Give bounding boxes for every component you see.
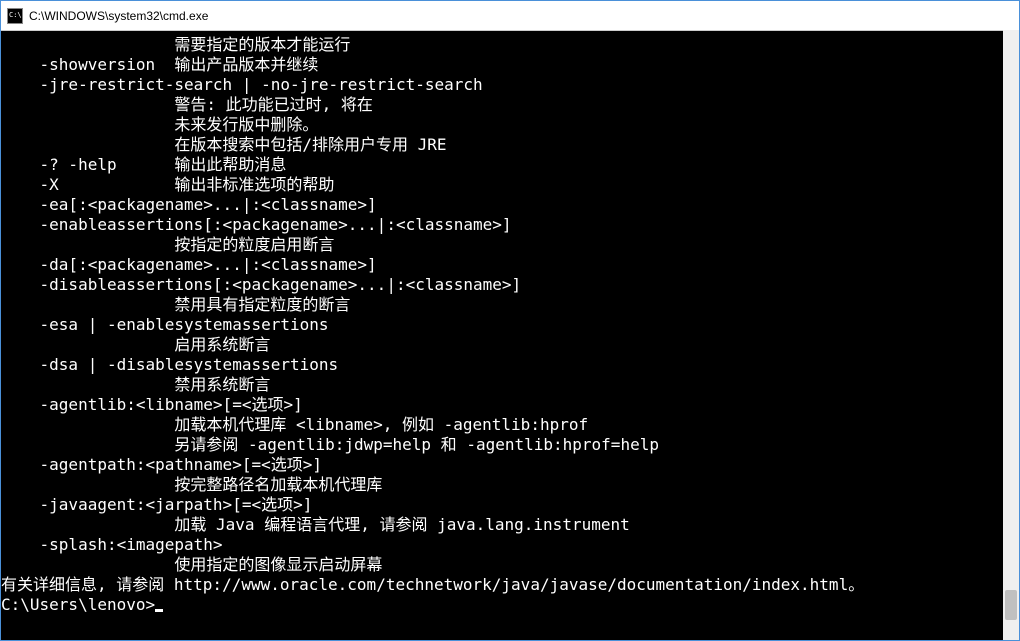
terminal-line: 有关详细信息, 请参阅 http://www.oracle.com/techne…: [1, 575, 1019, 595]
terminal-line: 禁用具有指定粒度的断言: [1, 295, 1019, 315]
cmd-icon: [7, 8, 23, 24]
terminal-line: -da[:<packagename>...|:<classname>]: [1, 255, 1019, 275]
terminal-line: 加载本机代理库 <libname>, 例如 -agentlib:hprof: [1, 415, 1019, 435]
terminal-line: -ea[:<packagename>...|:<classname>]: [1, 195, 1019, 215]
terminal-line: -? -help 输出此帮助消息: [1, 155, 1019, 175]
terminal-line: -splash:<imagepath>: [1, 535, 1019, 555]
terminal-line: 加载 Java 编程语言代理, 请参阅 java.lang.instrument: [1, 515, 1019, 535]
terminal-line: 按完整路径名加载本机代理库: [1, 475, 1019, 495]
terminal-line: -enableassertions[:<packagename>...|:<cl…: [1, 215, 1019, 235]
prompt-text: C:\Users\lenovo>: [1, 595, 155, 614]
terminal-line: -showversion 输出产品版本并继续: [1, 55, 1019, 75]
terminal-line: 在版本搜索中包括/排除用户专用 JRE: [1, 135, 1019, 155]
cmd-window: C:\WINDOWS\system32\cmd.exe 需要指定的版本才能运行 …: [0, 0, 1020, 641]
terminal-prompt[interactable]: C:\Users\lenovo>: [1, 595, 1019, 615]
terminal-line: 使用指定的图像显示启动屏幕: [1, 555, 1019, 575]
scrollbar[interactable]: [1003, 30, 1019, 640]
terminal-line: 未来发行版中删除。: [1, 115, 1019, 135]
terminal-line: 需要指定的版本才能运行: [1, 35, 1019, 55]
terminal-line: -jre-restrict-search | -no-jre-restrict-…: [1, 75, 1019, 95]
terminal-line: 禁用系统断言: [1, 375, 1019, 395]
terminal-line: 另请参阅 -agentlib:jdwp=help 和 -agentlib:hpr…: [1, 435, 1019, 455]
terminal-line: 按指定的粒度启用断言: [1, 235, 1019, 255]
terminal-output[interactable]: 需要指定的版本才能运行 -showversion 输出产品版本并继续 -jre-…: [1, 31, 1019, 640]
terminal-line: -dsa | -disablesystemassertions: [1, 355, 1019, 375]
terminal-line: -agentlib:<libname>[=<选项>]: [1, 395, 1019, 415]
cursor: [155, 609, 163, 612]
terminal-line: -X 输出非标准选项的帮助: [1, 175, 1019, 195]
terminal-line: 启用系统断言: [1, 335, 1019, 355]
scrollbar-thumb[interactable]: [1005, 590, 1017, 620]
terminal-line: -javaagent:<jarpath>[=<选项>]: [1, 495, 1019, 515]
terminal-line: -agentpath:<pathname>[=<选项>]: [1, 455, 1019, 475]
terminal-line: -esa | -enablesystemassertions: [1, 315, 1019, 335]
window-title: C:\WINDOWS\system32\cmd.exe: [29, 9, 208, 23]
terminal-line: 警告: 此功能已过时, 将在: [1, 95, 1019, 115]
terminal-line: -disableassertions[:<packagename>...|:<c…: [1, 275, 1019, 295]
titlebar[interactable]: C:\WINDOWS\system32\cmd.exe: [1, 1, 1019, 31]
